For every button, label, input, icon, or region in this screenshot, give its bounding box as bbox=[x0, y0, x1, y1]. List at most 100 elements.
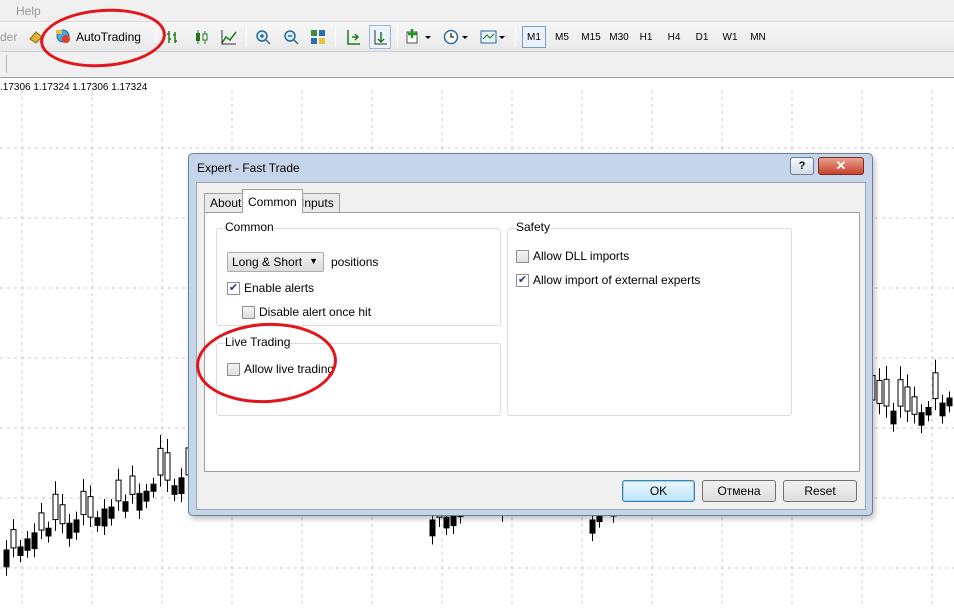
timeframe-h1[interactable]: H1 bbox=[634, 26, 658, 48]
allow-dll-imports-label: Allow DLL imports bbox=[533, 249, 630, 263]
candle-body bbox=[429, 519, 436, 537]
safety-group-title: Safety bbox=[516, 220, 551, 234]
candle-body bbox=[904, 386, 911, 412]
candle-body bbox=[178, 477, 185, 495]
templates-icon[interactable] bbox=[478, 25, 508, 49]
candle-body bbox=[94, 517, 101, 526]
chart-shift-icon[interactable] bbox=[342, 25, 364, 49]
toolbar: der AutoTrading M1 M5 M15 M30 H1 H4 D1 W… bbox=[0, 22, 954, 52]
menu-bar: Help bbox=[0, 0, 954, 22]
candle-body bbox=[150, 483, 157, 492]
allow-import-external-experts-checkbox[interactable]: ✔ bbox=[516, 273, 529, 287]
zoom-out-icon[interactable] bbox=[280, 25, 302, 49]
candle-body bbox=[80, 490, 87, 516]
candle-body bbox=[171, 485, 178, 495]
toolbar-secondary bbox=[0, 52, 954, 78]
disable-alert-once-hit-label: Disable alert once hit bbox=[259, 305, 372, 319]
timeframe-m15[interactable]: M15 bbox=[578, 26, 604, 48]
timeframe-mn[interactable]: MN bbox=[746, 26, 770, 48]
bar-chart-icon[interactable] bbox=[162, 25, 184, 49]
candle-body bbox=[932, 372, 939, 400]
candle-body bbox=[939, 402, 946, 417]
candle-body bbox=[59, 504, 66, 525]
candle-body bbox=[883, 378, 890, 407]
candle-body bbox=[157, 447, 164, 476]
periods-clock-icon[interactable] bbox=[441, 25, 471, 49]
candle-body bbox=[87, 496, 94, 518]
positions-label: positions bbox=[331, 255, 379, 269]
candle-body bbox=[108, 506, 115, 519]
candle-body bbox=[136, 492, 143, 511]
allow-dll-imports-checkbox[interactable] bbox=[516, 249, 529, 263]
disable-alert-once-hit-checkbox-row[interactable]: Disable alert once hit bbox=[242, 305, 371, 319]
cancel-button[interactable]: Отмена bbox=[702, 480, 776, 502]
line-chart-icon[interactable] bbox=[218, 25, 240, 49]
enable-alerts-checkbox[interactable]: ✔ bbox=[227, 281, 240, 295]
tab-panel-common: Common Long & Short ▼ positions ✔ Enable… bbox=[204, 212, 860, 472]
candle-body bbox=[589, 519, 596, 534]
allow-import-external-experts-label: Allow import of external experts bbox=[533, 273, 701, 287]
add-indicator-icon[interactable] bbox=[404, 25, 434, 49]
candle-body bbox=[918, 412, 925, 426]
dialog-title: Expert - Fast Trade bbox=[197, 161, 300, 175]
allow-dll-imports-checkbox-row[interactable]: Allow DLL imports bbox=[516, 249, 629, 263]
timeframe-h4[interactable]: H4 bbox=[662, 26, 686, 48]
tab-about[interactable]: About bbox=[204, 193, 248, 212]
eraser-icon[interactable] bbox=[26, 25, 46, 49]
candle-body bbox=[10, 529, 17, 549]
zoom-in-icon[interactable] bbox=[252, 25, 274, 49]
candle-body bbox=[115, 479, 122, 502]
help-button[interactable]: ? bbox=[790, 157, 814, 175]
allow-live-trading-checkbox-row[interactable]: Allow live trading bbox=[227, 362, 334, 376]
autotrading-button[interactable]: AutoTrading bbox=[50, 25, 148, 49]
reset-button[interactable]: Reset bbox=[783, 480, 857, 502]
candle-body bbox=[596, 514, 603, 523]
timeframe-w1[interactable]: W1 bbox=[718, 26, 742, 48]
autoscroll-icon[interactable] bbox=[369, 25, 391, 49]
candle-body bbox=[38, 512, 45, 531]
positions-select[interactable]: Long & Short ▼ bbox=[227, 252, 324, 272]
disable-alert-once-hit-checkbox[interactable] bbox=[242, 305, 255, 319]
menu-help[interactable]: Help bbox=[16, 4, 41, 18]
candle-body bbox=[164, 452, 171, 481]
candle-body bbox=[101, 508, 108, 527]
timeframe-m1[interactable]: M1 bbox=[522, 26, 546, 48]
candle-body bbox=[31, 532, 38, 550]
safety-group: Safety Allow DLL imports ✔ Allow import … bbox=[507, 220, 792, 416]
allow-live-trading-label: Allow live trading bbox=[244, 362, 335, 376]
common-group-title: Common bbox=[225, 220, 274, 234]
live-trading-group-title: Live Trading bbox=[225, 335, 291, 349]
tab-common[interactable]: Common bbox=[242, 189, 303, 213]
candle-body bbox=[52, 493, 59, 521]
candle-body bbox=[876, 379, 883, 405]
autotrading-icon bbox=[54, 27, 72, 48]
ok-button[interactable]: OK bbox=[622, 480, 695, 502]
close-button[interactable]: ✕ bbox=[818, 157, 864, 175]
allow-import-external-experts-checkbox-row[interactable]: ✔ Allow import of external experts bbox=[516, 273, 700, 287]
candle-body bbox=[122, 501, 129, 512]
tile-windows-icon[interactable] bbox=[307, 25, 329, 49]
candle-body bbox=[911, 396, 918, 415]
candle-body bbox=[890, 410, 897, 425]
expert-properties-dialog: Expert - Fast Trade ? ✕ About Common Inp… bbox=[188, 153, 873, 516]
candle-body bbox=[45, 527, 52, 537]
enable-alerts-label: Enable alerts bbox=[244, 281, 315, 295]
candle-body bbox=[24, 538, 31, 551]
common-group: Common Long & Short ▼ positions ✔ Enable… bbox=[216, 220, 501, 326]
candle-body bbox=[143, 490, 150, 502]
candle-body bbox=[17, 546, 24, 557]
enable-alerts-checkbox-row[interactable]: ✔ Enable alerts bbox=[227, 281, 314, 295]
candle-body bbox=[3, 549, 10, 568]
dialog-body: About Common Inputs Common Long & Short … bbox=[196, 182, 866, 510]
timeframe-m5[interactable]: M5 bbox=[550, 26, 574, 48]
autotrading-label: AutoTrading bbox=[76, 30, 141, 44]
timeframe-d1[interactable]: D1 bbox=[690, 26, 714, 48]
candle-body bbox=[129, 475, 136, 495]
toolbar-truncated-label: der bbox=[0, 30, 18, 44]
candlestick-icon[interactable] bbox=[190, 25, 212, 49]
timeframe-m30[interactable]: M30 bbox=[606, 26, 632, 48]
allow-live-trading-checkbox[interactable] bbox=[227, 362, 240, 376]
chevron-down-icon: ▼ bbox=[309, 256, 318, 266]
live-trading-group: Live Trading Allow live trading bbox=[216, 335, 501, 416]
candle-body bbox=[925, 407, 932, 416]
